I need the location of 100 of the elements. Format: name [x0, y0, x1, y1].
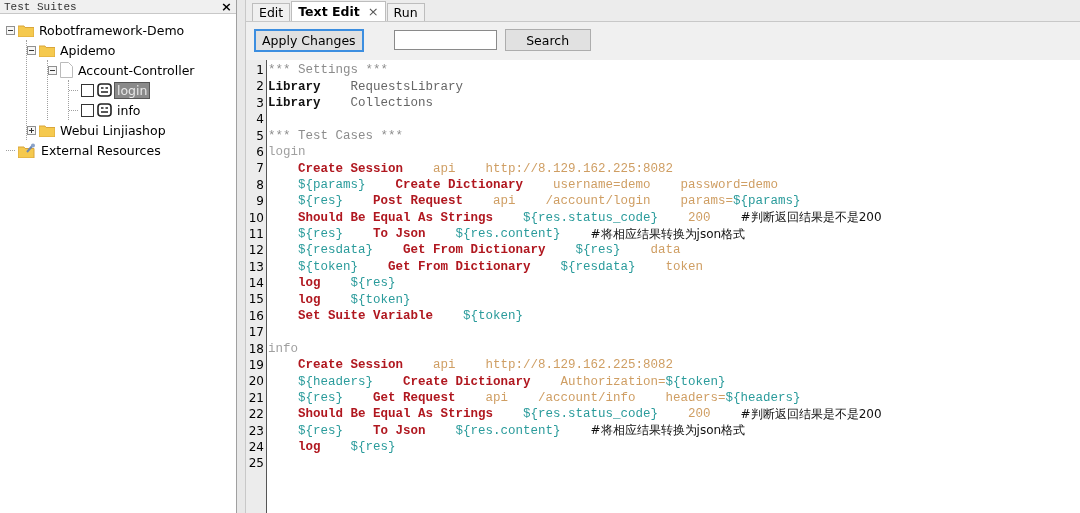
code-token: /account/info: [538, 391, 636, 405]
tab[interactable]: Run: [386, 3, 425, 21]
code-token: Library: [268, 95, 321, 110]
line-number: 13: [247, 258, 265, 276]
document-icon: [60, 62, 73, 78]
line-number: 16: [247, 307, 265, 325]
code-token: *** Test Cases ***: [268, 128, 404, 143]
search-field[interactable]: [393, 30, 497, 50]
code-token: ${headers}: [298, 374, 373, 389]
code-token: ${res}: [298, 227, 343, 242]
line-number: 14: [247, 275, 265, 292]
code-token: api: [493, 194, 516, 209]
robot-face-icon: [97, 83, 112, 97]
checkbox[interactable]: [81, 103, 94, 117]
code-token: api: [485, 391, 509, 405]
line-number: 12: [247, 242, 265, 259]
search-button[interactable]: Search: [504, 29, 591, 51]
code-token: #判断返回结果是不是200: [740, 405, 882, 423]
line-number: 7: [255, 160, 265, 177]
code-token: Create Dictionary: [395, 177, 524, 192]
line-number: 6: [255, 143, 265, 161]
code-token: log: [298, 276, 321, 291]
folder-icon: [18, 23, 34, 37]
code-token: params=${params}: [680, 194, 801, 209]
code-token: Create Session: [298, 358, 404, 373]
code-token: log: [298, 292, 321, 307]
line-number: 21: [247, 389, 265, 407]
code-token: ${res}: [298, 423, 343, 438]
tree-item[interactable]: Webui Linjiashop: [58, 122, 168, 138]
code-token: *** Settings ***: [268, 63, 389, 78]
line-number: 17: [247, 324, 265, 341]
code-token: Get From Dictionary: [403, 243, 546, 258]
code-token: ${res}: [350, 440, 396, 455]
code-token: Should Be Equal As Strings: [298, 210, 494, 225]
expand-toggle[interactable]: [27, 125, 36, 135]
tab[interactable]: Text Edit ×: [291, 1, 386, 21]
code-token: #判断返回结果是不是200: [740, 209, 882, 227]
line-number: 8: [255, 176, 265, 194]
close-icon[interactable]: ×: [221, 1, 232, 13]
code-token: ${res}: [350, 276, 396, 291]
tree-item[interactable]: Account-Controller: [76, 62, 197, 78]
code-token: #将相应结果转换为json格式: [590, 225, 746, 243]
line-number: 20: [247, 373, 265, 390]
line-number: 23: [247, 422, 265, 439]
folder-wrench-icon: [18, 142, 36, 158]
code-token: api: [433, 358, 456, 373]
code-token: To Json: [373, 227, 426, 242]
code-token: login: [268, 145, 306, 160]
expand-toggle[interactable]: [48, 65, 57, 75]
code-token: headers=${headers}: [665, 391, 801, 405]
tree-item[interactable]: info: [115, 102, 143, 118]
code-token: ${res.status_code}: [523, 407, 659, 422]
line-number: 25: [247, 455, 265, 472]
code-token: ${token}: [350, 292, 411, 307]
code-token: To Json: [373, 423, 426, 438]
close-icon[interactable]: ×: [367, 4, 379, 19]
tree-item[interactable]: Apidemo: [58, 42, 118, 58]
code-token: /account/login: [545, 194, 651, 209]
code-token: http://8.129.162.225:8082: [485, 161, 674, 176]
line-number: 3: [255, 94, 265, 112]
code-token: ${resdata}: [298, 243, 373, 258]
code-token: Get Request: [373, 391, 456, 405]
code-token: data: [650, 243, 681, 258]
line-number: 9: [255, 193, 265, 210]
line-number: 5: [255, 127, 265, 144]
checkbox[interactable]: [81, 83, 94, 97]
code-token: Authorization=${token}: [560, 374, 726, 389]
apply-changes-button[interactable]: Apply Changes: [254, 28, 364, 52]
expand-toggle[interactable]: [27, 45, 36, 55]
code-token: Should Be Equal As Strings: [298, 407, 494, 422]
code-token: Create Session: [298, 161, 404, 176]
line-number: 19: [247, 357, 265, 374]
line-number: 22: [247, 406, 265, 423]
tree-item[interactable]: Robotframework-Demo: [37, 22, 187, 38]
code-token: 200: [688, 407, 711, 422]
code-token: token: [665, 259, 704, 274]
folder-icon: [39, 123, 55, 137]
line-number: 4: [255, 111, 265, 128]
code-token: #将相应结果转换为json格式: [590, 422, 746, 440]
line-number: 24: [247, 439, 265, 456]
code-token: ${token}: [298, 259, 358, 274]
line-number: 10: [247, 209, 265, 226]
code-token: Collections: [350, 95, 434, 110]
code-token: ${res}: [298, 194, 343, 209]
code-token: api: [433, 161, 456, 176]
code-token: username=demo: [553, 177, 651, 192]
code-token: info: [268, 341, 298, 356]
code-token: log: [298, 440, 321, 455]
tab[interactable]: Edit: [252, 3, 291, 21]
folder-icon: [39, 43, 55, 57]
code-token: ${res}: [298, 391, 343, 405]
expand-toggle[interactable]: [6, 25, 15, 35]
line-number: 11: [247, 225, 265, 243]
code-token: ${res.content}: [455, 423, 561, 438]
code-token: ${params}: [298, 177, 366, 192]
tree-item[interactable]: External Resources: [39, 142, 163, 158]
code-token: Post Request: [373, 194, 464, 209]
code-token: Get From Dictionary: [388, 259, 531, 274]
code-token: ${res.content}: [455, 227, 561, 242]
line-number: 1: [255, 62, 265, 79]
